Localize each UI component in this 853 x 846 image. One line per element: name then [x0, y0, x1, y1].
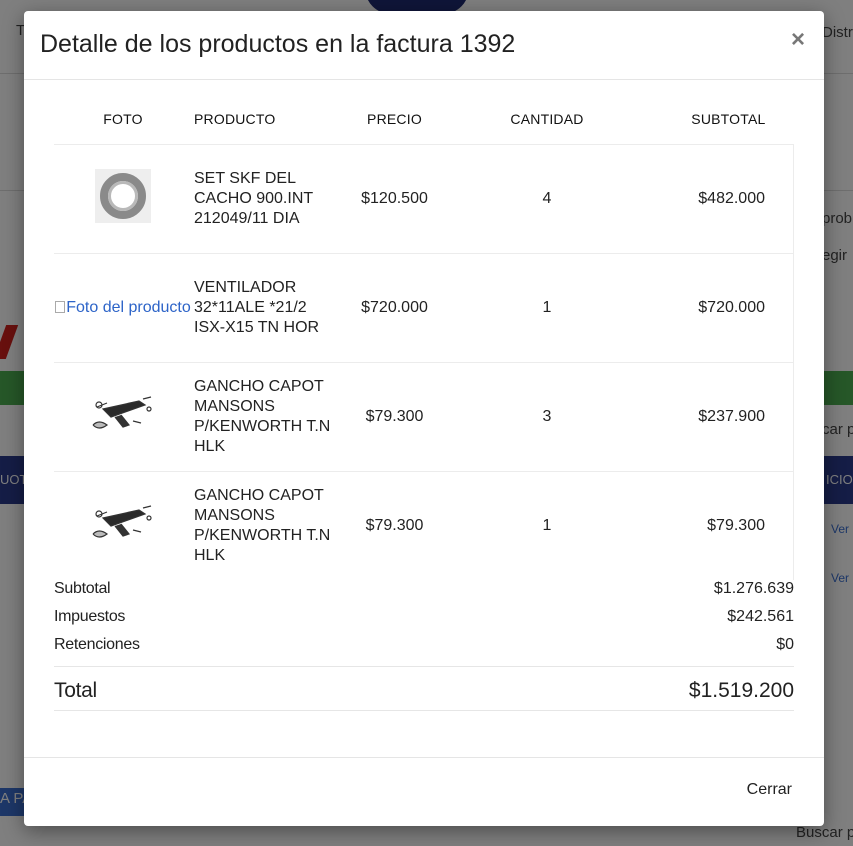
broken-image: Foto del producto: [54, 296, 192, 320]
total-value: $1.519.200: [688, 679, 794, 702]
broken-image-icon: [55, 300, 66, 313]
close-button[interactable]: Cerrar: [747, 781, 792, 799]
table-row: GANCHO CAPOT MANSONS P/KENWORTH T.N HLK …: [54, 470, 794, 580]
product-quantity: 4: [457, 143, 637, 253]
product-name: SET SKF DEL CACHO 900.INT 212049/11 DIA: [192, 143, 332, 253]
product-name: VENTILADOR 32*11ALE *21/2 ISX-X15 TN HOR: [192, 252, 332, 362]
table-row: Foto del producto VENTILADOR 32*11ALE *2…: [54, 252, 794, 362]
invoice-totals: Subtotal $1.276.639 Impuestos $242.561 R…: [54, 576, 794, 711]
invoice-detail-modal: Detalle de los productos en la factura 1…: [24, 11, 824, 826]
taxes-value: $242.561: [727, 608, 794, 625]
hood-hook-image: [92, 505, 152, 538]
product-subtotal: $237.900: [637, 361, 794, 471]
modal-title: Detalle de los productos en la factura 1…: [40, 30, 516, 58]
table-row: GANCHO CAPOT MANSONS P/KENWORTH T.N HLK …: [54, 361, 794, 471]
subtotal-label: Subtotal: [54, 580, 111, 597]
taxes-label: Impuestos: [54, 608, 126, 625]
column-header-subtotal: SUBTOTAL: [691, 111, 766, 128]
products-table-container: FOTO PRODUCTO PRECIO CANTIDAD SUBTOTAL S…: [54, 95, 794, 580]
total-label: Total: [54, 679, 97, 702]
withholdings-value: $0: [776, 636, 794, 653]
product-price: $79.300: [332, 470, 457, 580]
taxes-row: Impuestos $242.561: [54, 604, 794, 632]
withholdings-label: Retenciones: [54, 636, 140, 653]
product-photo-cell: [54, 143, 192, 253]
product-photo-cell: [54, 470, 192, 580]
product-quantity: 1: [457, 470, 637, 580]
table-row: SET SKF DEL CACHO 900.INT 212049/11 DIA …: [54, 143, 794, 253]
bearing-image: [95, 169, 151, 223]
table-header-row: FOTO PRODUCTO PRECIO CANTIDAD SUBTOTAL: [54, 95, 794, 144]
column-header-quantity: CANTIDAD: [510, 111, 584, 128]
column-header-photo: FOTO: [103, 111, 143, 128]
subtotal-value: $1.276.639: [713, 580, 794, 597]
column-header-price: PRECIO: [367, 111, 422, 128]
close-icon[interactable]: ×: [788, 27, 808, 53]
subtotal-row: Subtotal $1.276.639: [54, 576, 794, 604]
product-name: GANCHO CAPOT MANSONS P/KENWORTH T.N HLK: [192, 361, 332, 471]
product-price: $79.300: [332, 361, 457, 471]
modal-header: Detalle de los productos en la factura 1…: [24, 11, 824, 80]
column-header-product: PRODUCTO: [194, 111, 276, 128]
image-alt-text: Foto del producto: [66, 298, 191, 316]
withholdings-row: Retenciones $0: [54, 632, 794, 660]
total-row: Total $1.519.200: [54, 666, 794, 711]
products-table: FOTO PRODUCTO PRECIO CANTIDAD SUBTOTAL S…: [54, 95, 794, 580]
product-price: $720.000: [332, 252, 457, 362]
modal-footer: Cerrar: [24, 757, 824, 826]
product-photo-cell: [54, 361, 192, 471]
product-quantity: 1: [457, 252, 637, 362]
product-quantity: 3: [457, 361, 637, 471]
product-subtotal: $720.000: [637, 252, 794, 362]
product-name: GANCHO CAPOT MANSONS P/KENWORTH T.N HLK: [192, 470, 332, 580]
product-subtotal: $482.000: [637, 143, 794, 253]
product-subtotal: $79.300: [637, 470, 794, 580]
product-photo-cell: Foto del producto: [54, 252, 192, 362]
hood-hook-image: [92, 396, 152, 429]
product-price: $120.500: [332, 143, 457, 253]
